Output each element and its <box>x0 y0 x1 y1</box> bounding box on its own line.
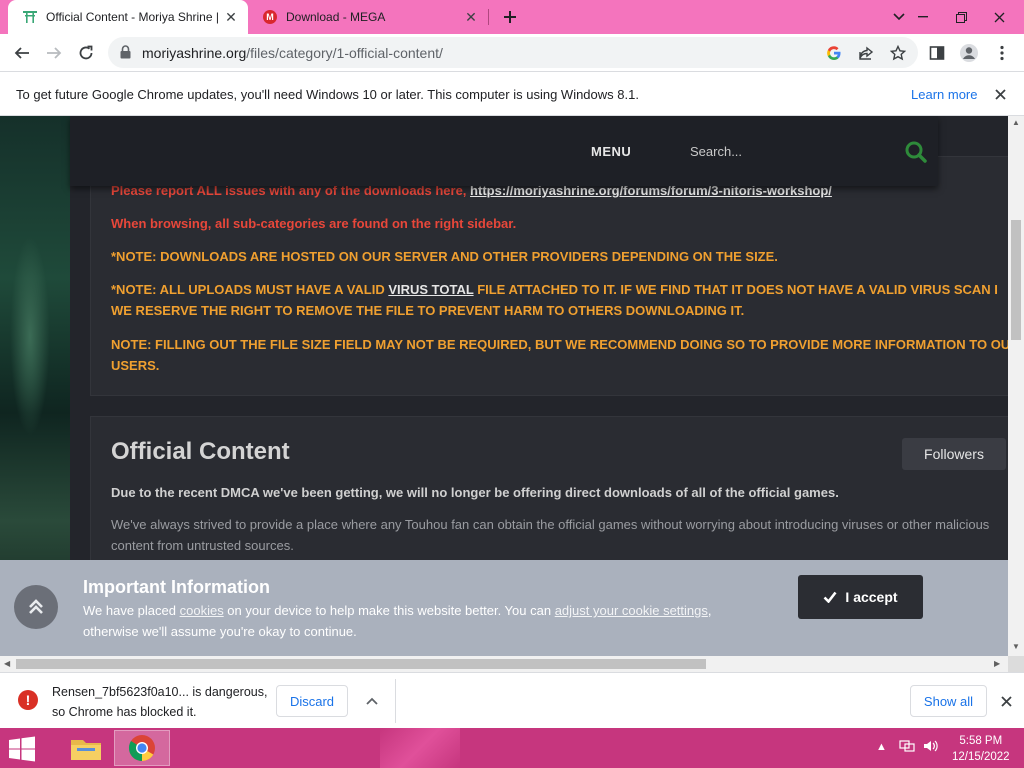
close-window-icon[interactable] <box>980 0 1018 34</box>
windows-taskbar: ▲ 5:58 PM 12/15/2022 <box>0 728 1024 768</box>
page-title: Official Content <box>111 438 290 465</box>
scroll-right-arrow-icon[interactable]: ▶ <box>994 659 1000 668</box>
tab-strip: Official Content - Moriya Shrine | ✕ M D… <box>0 0 1024 34</box>
cookies-link[interactable]: cookies <box>180 603 224 618</box>
google-translate-icon[interactable] <box>822 41 846 65</box>
horizontal-scrollbar[interactable]: ◀ ▶ <box>0 656 1008 672</box>
checkmark-icon <box>824 591 837 603</box>
download-shelf: ! Rensen_7bf5623f0a10... is dangerous, s… <box>0 672 1024 728</box>
download-filename: Rensen_7bf5623f0a10... <box>52 685 189 699</box>
search-input[interactable]: Search... <box>690 144 742 159</box>
tab-mega-download[interactable]: M Download - MEGA ✕ <box>248 0 488 34</box>
address-bar[interactable]: moriyashrine.org/files/category/1-offici… <box>108 37 918 68</box>
forward-arrow-icon[interactable] <box>40 39 68 67</box>
side-panel-icon[interactable] <box>923 39 951 67</box>
scroll-down-arrow-icon[interactable]: ▼ <box>1012 642 1020 651</box>
divider <box>395 679 396 723</box>
minimize-icon[interactable] <box>904 0 942 34</box>
scroll-left-arrow-icon[interactable]: ◀ <box>4 659 10 668</box>
cookie-title: Important Information <box>83 577 270 597</box>
cookie-text: We have placed cookies on your device to… <box>83 603 712 639</box>
network-icon[interactable] <box>899 738 915 757</box>
discard-button[interactable]: Discard <box>276 685 348 717</box>
accept-cookies-button[interactable]: I accept <box>798 575 923 619</box>
chrome-taskbar-icon[interactable] <box>114 730 170 766</box>
description-text: We've always strived to provide a place … <box>111 517 990 553</box>
followers-button[interactable]: Followers <box>902 438 1006 470</box>
back-arrow-icon[interactable] <box>8 39 36 67</box>
system-clock[interactable]: 5:58 PM 12/15/2022 <box>952 733 1010 765</box>
cookie-settings-link[interactable]: adjust your cookie settings <box>555 603 708 618</box>
browser-toolbar: moriyashrine.org/files/category/1-offici… <box>0 34 1024 71</box>
lock-icon[interactable] <box>120 45 131 64</box>
mega-favicon: M <box>262 9 278 25</box>
scroll-up-arrow-icon[interactable]: ▲ <box>1012 118 1020 127</box>
download-item-text[interactable]: Rensen_7bf5623f0a10... is dangerous, so … <box>52 682 267 722</box>
vertical-scroll-thumb[interactable] <box>1011 220 1021 340</box>
chevron-up-icon[interactable] <box>362 691 382 711</box>
menu-button[interactable]: MENU <box>591 144 631 159</box>
note-file-size-line2: USERS. <box>111 358 160 373</box>
update-infobar: To get future Google Chrome updates, you… <box>0 71 1024 116</box>
new-tab-button[interactable] <box>498 5 522 29</box>
moriya-shrine-favicon <box>22 9 38 25</box>
tab-separator <box>488 9 489 25</box>
close-icon[interactable] <box>996 691 1016 711</box>
infobar-message: To get future Google Chrome updates, you… <box>16 87 639 102</box>
tab-official-content[interactable]: Official Content - Moriya Shrine | ✕ <box>8 0 248 34</box>
tab-title: Download - MEGA <box>286 10 386 24</box>
horizontal-scroll-thumb[interactable] <box>16 659 706 669</box>
restore-icon[interactable] <box>942 0 980 34</box>
url-text: moriyashrine.org/files/category/1-offici… <box>142 45 443 61</box>
site-header: MENU Search... <box>70 116 938 186</box>
search-icon[interactable] <box>904 140 928 169</box>
volume-icon[interactable] <box>922 738 938 757</box>
close-icon[interactable] <box>990 84 1010 104</box>
web-content: Please report ALL issues with any of the… <box>0 116 1008 656</box>
cookie-banner: Important Information We have placed coo… <box>0 560 1008 656</box>
scroll-to-top-button[interactable] <box>14 585 58 629</box>
windows-start-icon[interactable] <box>8 736 40 762</box>
close-tab-icon[interactable]: ✕ <box>220 6 242 28</box>
double-chevron-up-icon <box>29 599 43 614</box>
scrollbar-corner <box>1008 656 1024 672</box>
note-virus-total-line2: WE RESERVE THE RIGHT TO REMOVE THE FILE … <box>111 303 745 318</box>
bookmark-star-icon[interactable] <box>886 41 910 65</box>
kebab-menu-icon[interactable] <box>988 39 1016 67</box>
show-all-button[interactable]: Show all <box>910 685 987 717</box>
reload-icon[interactable] <box>72 39 100 67</box>
profile-avatar-icon[interactable] <box>955 39 983 67</box>
notes-panel: Please report ALL issues with any of the… <box>90 156 1008 396</box>
note-hosted: *NOTE: DOWNLOADS ARE HOSTED ON OUR SERVE… <box>111 249 778 264</box>
share-icon[interactable] <box>854 41 878 65</box>
dmca-notice: Due to the recent DMCA we've been gettin… <box>111 485 839 500</box>
note-subcategories: When browsing, all sub-categories are fo… <box>111 216 517 231</box>
file-explorer-icon[interactable] <box>58 730 114 766</box>
virus-total-link[interactable]: VIRUS TOTAL <box>388 282 473 297</box>
show-hidden-icons-icon[interactable]: ▲ <box>876 741 887 753</box>
note-virus-total: *NOTE: ALL UPLOADS MUST HAVE A VALID VIR… <box>111 282 998 297</box>
vertical-scrollbar[interactable]: ▲ ▼ <box>1008 116 1024 656</box>
learn-more-link[interactable]: Learn more <box>911 87 977 102</box>
danger-icon: ! <box>18 690 38 710</box>
note-file-size: NOTE: FILLING OUT THE FILE SIZE FIELD MA… <box>111 337 1008 352</box>
tab-title: Official Content - Moriya Shrine | <box>46 10 219 24</box>
close-tab-icon[interactable]: ✕ <box>460 6 482 28</box>
